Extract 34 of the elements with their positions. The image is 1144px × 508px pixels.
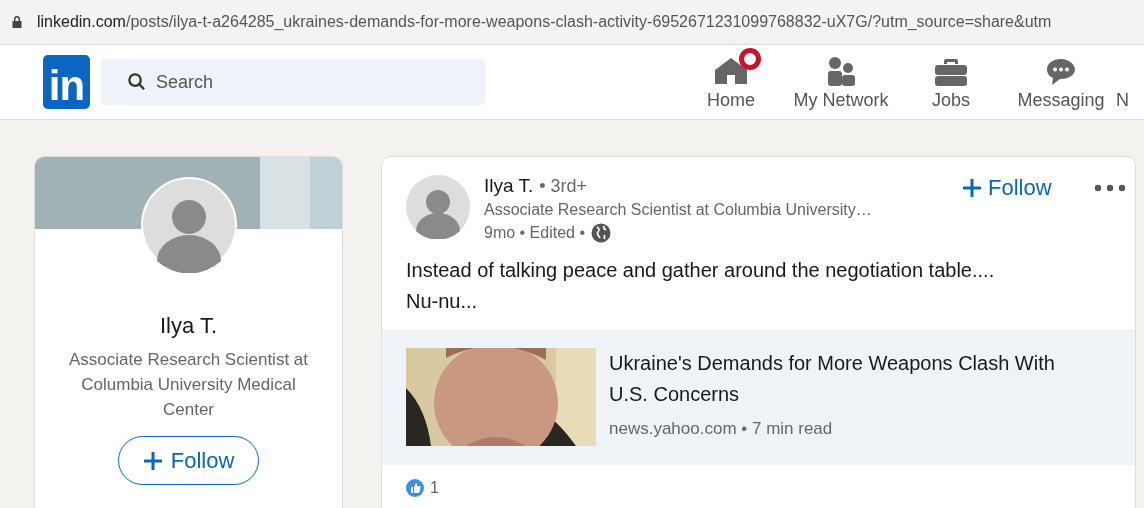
- nav-item[interactable]: Messaging: [1006, 45, 1116, 111]
- plus-icon: [962, 178, 982, 198]
- people-icon: [825, 55, 857, 86]
- url-text: linkedin.com/posts/ilya-t-a264285_ukraines-demands-for-more-weapons-clash-activity-6952671231099768832-uX7G/?utm_source=share&utm: [37, 13, 1052, 31]
- chat-bubble-icon: [1045, 57, 1077, 86]
- article-title: Ukraine's Demands for More Weapons Clash With U.S. Concerns: [609, 351, 1056, 407]
- like-icon: [406, 479, 424, 497]
- article-preview[interactable]: Ukraine's Demands for More Weapons Clash With U.S. Concerns news.yahoo.com • 7 min read: [382, 329, 1135, 465]
- connection-degree: • 3rd+: [539, 176, 588, 197]
- nav-item[interactable]: Home: [676, 45, 786, 111]
- nav-item[interactable]: Jobs: [896, 45, 1006, 111]
- plus-icon: [142, 450, 163, 471]
- house-icon: [713, 55, 749, 86]
- article-source: news.yahoo.com • 7 min read: [609, 419, 834, 439]
- more-options-icon[interactable]: [1093, 184, 1126, 192]
- author-headline: Associate Research Scientist at Columbia University…: [484, 201, 873, 219]
- logo[interactable]: in: [43, 55, 90, 109]
- post-meta: 9mo • Edited •: [484, 224, 586, 242]
- post-text: Instead of talking peace and gather around the negotiation table....: [406, 258, 996, 283]
- address-bar[interactable]: linkedin.com/posts/ilya-t-a264285_ukraines-demands-for-more-weapons-clash-activity-6952671231099768832-uX7G/?utm_source=share&utm: [0, 0, 1144, 45]
- avatar: [406, 175, 470, 239]
- lock-icon: [11, 15, 23, 29]
- reaction-count: 1: [430, 479, 439, 497]
- author-name[interactable]: Ilya T.: [484, 175, 534, 197]
- globe-icon: [591, 223, 612, 243]
- briefcase-icon: [934, 57, 968, 86]
- profile-headline: Associate Research Scientist at Columbia University Medical Center: [67, 349, 310, 421]
- follow-button[interactable]: Follow: [962, 175, 1052, 201]
- search-field[interactable]: Search: [101, 59, 486, 105]
- nav-item[interactable]: My Network: [786, 45, 896, 111]
- follow-button[interactable]: Follow: [117, 436, 260, 485]
- post-text: Nu-nu...: [406, 289, 479, 314]
- nav-item[interactable]: N: [1116, 45, 1144, 111]
- profile-name: Ilya T.: [159, 313, 218, 339]
